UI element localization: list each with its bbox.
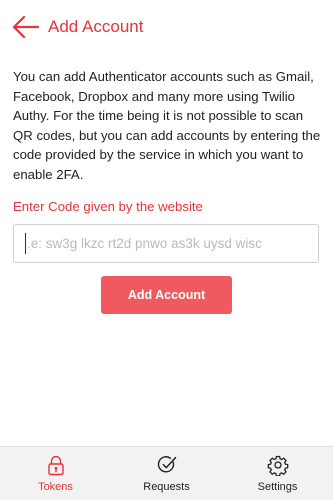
code-input[interactable] <box>13 224 319 263</box>
lock-icon <box>47 455 64 476</box>
add-account-screen: Add Account You can add Authenticator ac… <box>0 0 333 500</box>
text-cursor <box>25 233 26 254</box>
header: Add Account <box>0 0 333 56</box>
check-circle-icon <box>157 456 176 473</box>
bottom-tab-bar: Tokens Requests Settings <box>0 446 333 500</box>
tab-settings-label: Settings <box>257 481 298 493</box>
gear-icon <box>267 455 288 476</box>
tab-tokens-label: Tokens <box>38 481 73 493</box>
description-text: You can add Authenticator accounts such … <box>13 69 321 182</box>
back-button[interactable] <box>12 14 40 40</box>
code-field-label: Enter Code given by the website <box>13 199 203 214</box>
tab-requests[interactable]: Requests <box>111 447 222 500</box>
tab-settings[interactable]: Settings <box>222 447 333 500</box>
page-title: Add Account <box>48 17 144 36</box>
add-account-button[interactable]: Add Account <box>101 276 232 314</box>
arrow-left-icon <box>12 15 40 39</box>
tab-requests-label: Requests <box>143 481 190 493</box>
tab-tokens[interactable]: Tokens <box>0 447 111 500</box>
